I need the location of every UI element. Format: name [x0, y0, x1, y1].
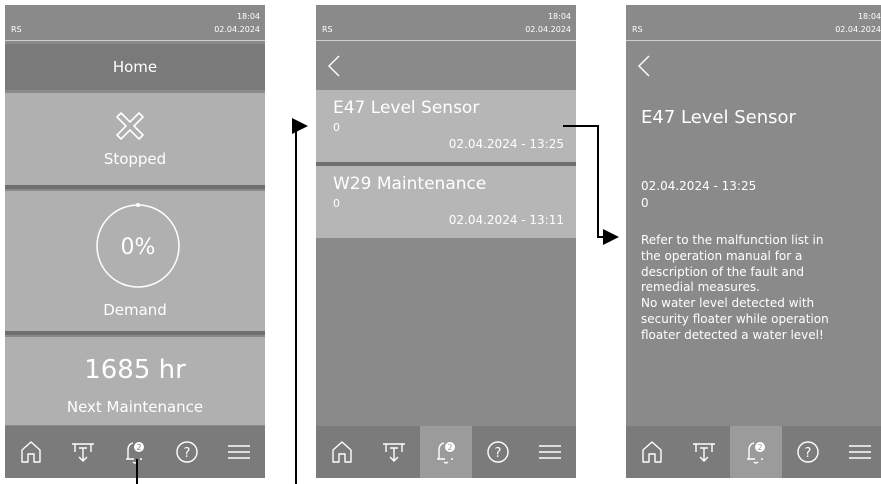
flow-arrows [136, 118, 619, 484]
connector-arrow [292, 118, 308, 484]
connector-arrow [563, 125, 619, 245]
